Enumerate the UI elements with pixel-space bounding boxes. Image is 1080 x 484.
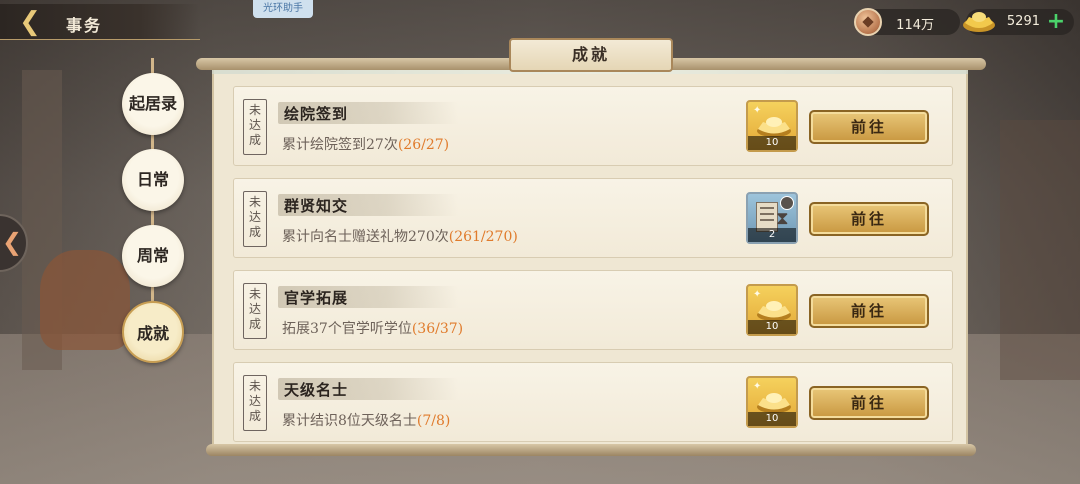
reward-item[interactable]: ✦ 10: [746, 376, 798, 428]
hourglass-icon: ⧗: [776, 208, 789, 229]
helper-tag[interactable]: 光环助手: [253, 0, 313, 18]
task-progress: (261/270): [448, 229, 518, 245]
sparkle-icon: ✦: [753, 381, 762, 392]
task-card: 未 达 成 群贤知交 累计向名士赠送礼物270次(261/270) ⧗ 2 前往: [233, 178, 953, 258]
status-char: 达: [248, 118, 261, 132]
tab-achievement[interactable]: 成就: [122, 301, 184, 363]
status-char: 达: [248, 394, 261, 408]
task-description: 拓展37个官学听学位(36/37): [282, 318, 463, 338]
go-button[interactable]: 前往: [809, 294, 929, 328]
gold-currency: 5291 +: [963, 9, 1074, 35]
tab-weekly[interactable]: 周常: [122, 225, 184, 287]
task-description: 累计向名士赠送礼物270次(261/270): [282, 226, 518, 246]
gold-amount: 5291: [1006, 14, 1040, 29]
task-desc-text: 拓展37个官学听学位: [282, 321, 412, 337]
task-name: 绘院签到: [284, 105, 349, 123]
task-name: 群贤知交: [284, 197, 349, 215]
reward-count: 2: [748, 228, 796, 242]
reward-count: 10: [748, 412, 796, 426]
task-desc-text: 累计结识8位天级名士: [282, 413, 417, 429]
status-char: 成: [248, 409, 261, 423]
task-card: 未 达 成 绘院签到 累计绘院签到27次(26/27) ✦ 10 前往: [233, 86, 953, 166]
background-shelf: [1000, 120, 1080, 380]
gold-ingot-icon: [963, 12, 995, 32]
scroll-rod-bottom: [206, 444, 976, 456]
task-progress: (36/37): [411, 321, 464, 337]
status-char: 未: [248, 195, 261, 209]
panel-title: 成就: [509, 38, 673, 72]
copper-amount: 114万: [896, 18, 934, 33]
add-gold-button[interactable]: +: [1046, 11, 1066, 33]
task-description: 累计结识8位天级名士(7/8): [282, 410, 450, 430]
task-card: 未 达 成 官学拓展 拓展37个官学听学位(36/37) ✦ 10 前往: [233, 270, 953, 350]
copper-coin-icon: [854, 8, 882, 36]
go-button[interactable]: 前往: [809, 110, 929, 144]
status-stamp: 未 达 成: [243, 283, 267, 339]
reward-count: 10: [748, 320, 796, 334]
status-stamp: 未 达 成: [243, 99, 267, 155]
task-desc-text: 累计向名士赠送礼物270次: [282, 229, 449, 245]
task-desc-text: 累计绘院签到27次: [282, 137, 398, 153]
gold-ingot-icon: [757, 117, 791, 137]
tab-daily[interactable]: 日常: [122, 149, 184, 211]
status-char: 成: [248, 133, 261, 147]
sparkle-icon: ✦: [753, 105, 762, 116]
task-name: 天级名士: [284, 381, 349, 399]
task-card: 未 达 成 天级名士 累计结识8位天级名士(7/8) ✦ 10 前往: [233, 362, 953, 442]
go-button[interactable]: 前往: [809, 202, 929, 236]
gold-ingot-icon: [757, 301, 791, 321]
status-stamp: 未 达 成: [243, 375, 267, 431]
reward-item[interactable]: ✦ 10: [746, 284, 798, 336]
tab-qijulu[interactable]: 起居录: [122, 73, 184, 135]
gold-ingot-icon: [757, 393, 791, 413]
reward-item[interactable]: ⧗ 2: [746, 192, 798, 244]
go-button[interactable]: 前往: [809, 386, 929, 420]
reward-item[interactable]: ✦ 10: [746, 100, 798, 152]
status-char: 未: [248, 103, 261, 117]
status-stamp: 未 达 成: [243, 191, 267, 247]
back-arrow-icon[interactable]: ❮: [14, 6, 46, 38]
task-progress: (26/27): [397, 137, 450, 153]
status-char: 未: [248, 379, 261, 393]
status-char: 成: [248, 317, 261, 331]
status-char: 达: [248, 210, 261, 224]
status-char: 成: [248, 225, 261, 239]
background-pot: [40, 250, 130, 350]
task-progress: (7/8): [416, 413, 451, 429]
page-title: 事务: [66, 16, 103, 35]
badge-icon: [780, 196, 794, 210]
reward-count: 10: [748, 136, 796, 150]
chevron-left-icon: ❮: [2, 228, 23, 256]
task-description: 累计绘院签到27次(26/27): [282, 134, 449, 154]
status-char: 达: [248, 302, 261, 316]
task-name: 官学拓展: [284, 289, 349, 307]
copper-currency: 114万: [854, 8, 960, 36]
sparkle-icon: ✦: [753, 289, 762, 300]
status-char: 未: [248, 287, 261, 301]
